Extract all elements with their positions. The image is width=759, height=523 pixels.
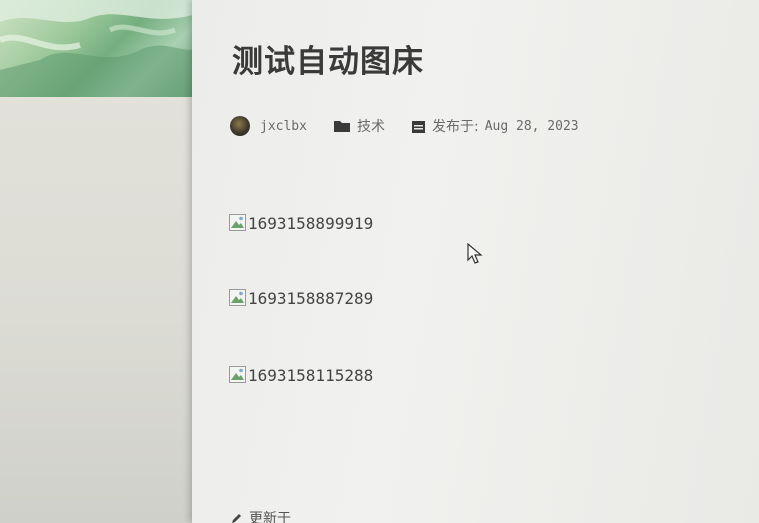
sidebar <box>0 0 196 523</box>
broken-image-icon <box>229 366 246 383</box>
published-label: 发布于: <box>431 119 479 135</box>
broken-image-2: 1693158887289 <box>229 289 373 308</box>
date-group: 发布于: Aug 28, 2023 <box>411 116 579 136</box>
image-alt-text: 1693158899919 <box>248 214 374 233</box>
post-card: 测试自动图床 jxclbx 技术 发布于: Aug 28, 2023 16931… <box>192 0 759 523</box>
author-name[interactable]: jxclbx <box>260 119 307 134</box>
image-alt-text: 1693158887289 <box>248 289 374 308</box>
calendar-icon <box>411 119 426 134</box>
category-link[interactable]: 技术 <box>357 116 385 136</box>
avatar <box>230 116 250 136</box>
published-date: Aug 28, 2023 <box>484 118 579 134</box>
image-alt-text: 1693158115288 <box>248 366 374 385</box>
post-meta: jxclbx 技术 发布于: Aug 28, 2023 <box>230 116 605 136</box>
sidebar-banner-image <box>0 0 196 97</box>
broken-image-1: 1693158899919 <box>229 214 373 233</box>
broken-image-icon <box>229 214 246 231</box>
folder-icon <box>333 119 351 133</box>
post-title[interactable]: 测试自动图床 <box>232 36 424 81</box>
post-footer: 更新于 <box>230 508 291 523</box>
author-group[interactable]: jxclbx <box>230 116 307 136</box>
screen: 测试自动图床 jxclbx 技术 发布于: Aug 28, 2023 16931… <box>0 0 759 523</box>
category-group[interactable]: 技术 <box>333 116 385 136</box>
broken-image-3: 1693158115288 <box>229 366 373 385</box>
broken-image-icon <box>229 289 246 306</box>
pencil-icon <box>230 512 243 523</box>
mouse-cursor <box>467 242 483 269</box>
edit-label: 更新于 <box>249 511 291 523</box>
